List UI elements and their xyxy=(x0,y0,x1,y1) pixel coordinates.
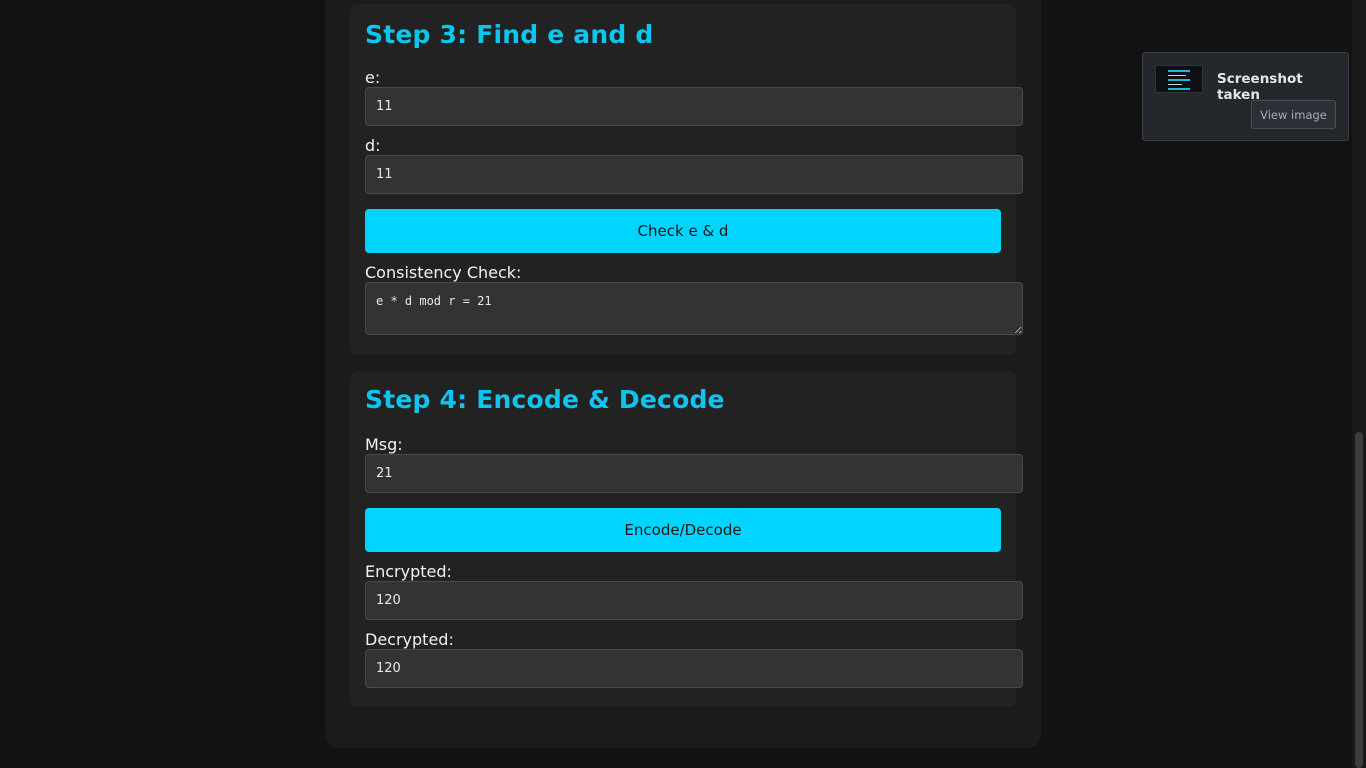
consistency-textarea[interactable]: e * d mod r = 21 xyxy=(365,282,1023,335)
scrollbar-thumb[interactable] xyxy=(1355,432,1363,768)
d-input[interactable] xyxy=(365,155,1023,194)
encode-decode-button[interactable]: Encode/Decode xyxy=(365,508,1001,552)
step4-title: Step 4: Encode & Decode xyxy=(365,385,725,414)
screenshot-toast: Screenshot taken View image xyxy=(1142,52,1349,141)
msg-input[interactable] xyxy=(365,454,1023,493)
decrypted-input[interactable] xyxy=(365,649,1023,688)
e-input[interactable] xyxy=(365,87,1023,126)
e-label: e: xyxy=(365,68,381,87)
screenshot-thumbnail-icon[interactable] xyxy=(1155,65,1203,93)
encrypted-label: Encrypted: xyxy=(365,562,452,581)
consistency-label: Consistency Check: xyxy=(365,263,522,282)
decrypted-label: Decrypted: xyxy=(365,630,454,649)
check-e-d-button[interactable]: Check e & d xyxy=(365,209,1001,253)
d-label: d: xyxy=(365,136,381,155)
view-image-button[interactable]: View image xyxy=(1251,100,1336,129)
msg-label: Msg: xyxy=(365,435,403,454)
toast-title: Screenshot taken xyxy=(1217,71,1303,103)
encrypted-input[interactable] xyxy=(365,581,1023,620)
step3-title: Step 3: Find e and d xyxy=(365,20,654,49)
